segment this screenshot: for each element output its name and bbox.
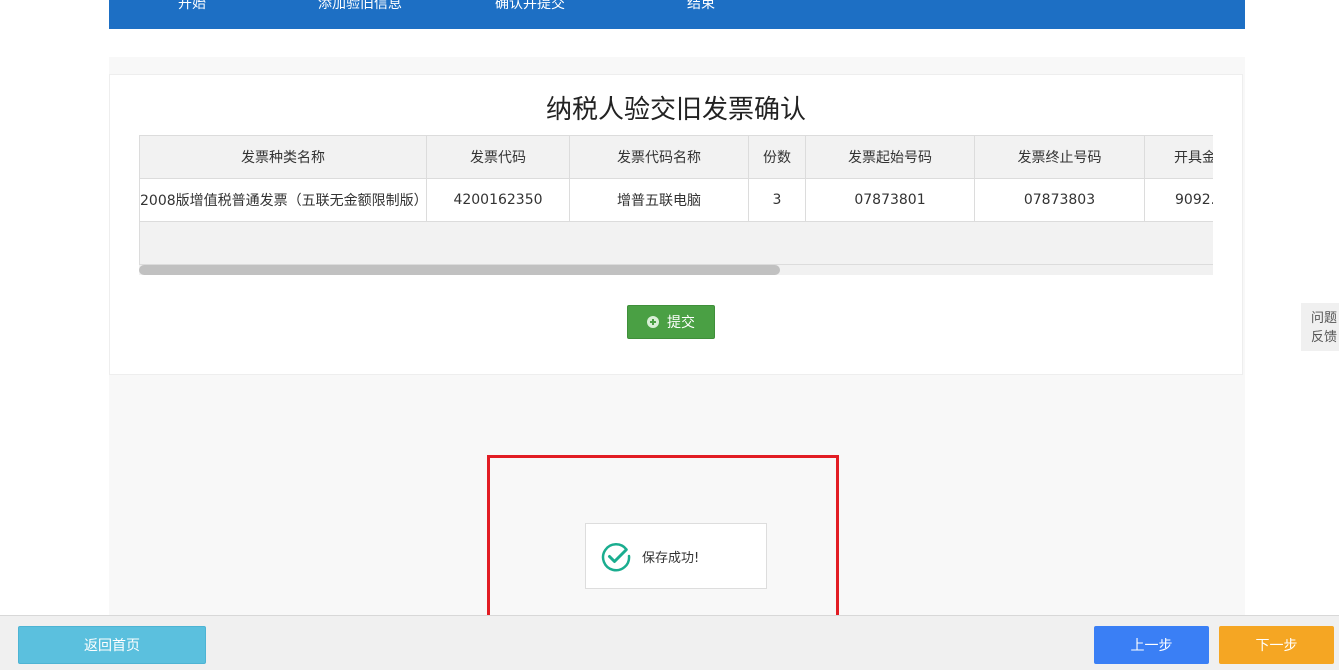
feedback-line-1: 问题 (1311, 311, 1338, 326)
toast-message: 保存成功! (642, 550, 700, 566)
step-start: 开始 (178, 0, 206, 12)
step-confirm-submit: 确认并提交 (495, 0, 565, 12)
cell-invoice-code: 4200162350 (426, 178, 570, 222)
step-end: 结束 (687, 0, 715, 12)
cell-amount: 9092. (1144, 178, 1213, 222)
step-add-info: 添加验旧信息 (318, 0, 402, 12)
header-amount: 开具金额 (1144, 135, 1213, 179)
submit-button[interactable]: 提交 (627, 305, 715, 339)
cell-invoice-type: 2008版增值税普通发票（五联无金额限制版） (139, 178, 427, 222)
header-invoice-type: 发票种类名称 (139, 135, 427, 179)
invoice-table-container: 发票种类名称 发票代码 发票代码名称 份数 发票起始号码 发票终止号码 开具金额… (139, 135, 1213, 275)
invoice-table: 发票种类名称 发票代码 发票代码名称 份数 发票起始号码 发票终止号码 开具金额… (139, 135, 1213, 265)
check-circle-icon (601, 543, 631, 572)
table-empty-row (139, 221, 1213, 265)
header-invoice-code-name: 发票代码名称 (569, 135, 749, 179)
page-title: 纳税人验交旧发票确认 (545, 95, 806, 125)
header-invoice-code: 发票代码 (426, 135, 570, 179)
submit-label: 提交 (667, 315, 695, 331)
plus-circle-icon (647, 316, 659, 328)
horizontal-scrollbar-thumb[interactable] (139, 265, 780, 275)
cell-end-number: 07873803 (974, 178, 1145, 222)
cell-invoice-code-name: 增普五联电脑 (569, 178, 749, 222)
feedback-line-2: 反馈 (1311, 330, 1338, 345)
return-home-button[interactable]: 返回首页 (18, 626, 206, 664)
table-header-row: 发票种类名称 发票代码 发票代码名称 份数 发票起始号码 发票终止号码 开具金额 (139, 135, 1213, 179)
feedback-tab[interactable]: 问题 反馈 (1301, 303, 1339, 351)
table-row: 2008版增值税普通发票（五联无金额限制版） 4200162350 增普五联电脑… (139, 178, 1213, 222)
success-toast: 保存成功! (585, 523, 767, 589)
header-count: 份数 (748, 135, 806, 179)
empty-cell (139, 221, 1213, 265)
cell-start-number: 07873801 (805, 178, 975, 222)
next-step-button[interactable]: 下一步 (1219, 626, 1334, 664)
header-start-number: 发票起始号码 (805, 135, 975, 179)
step-bar: 开始 添加验旧信息 确认并提交 结束 (109, 0, 1245, 29)
header-end-number: 发票终止号码 (974, 135, 1145, 179)
cell-count: 3 (748, 178, 806, 222)
previous-step-button[interactable]: 上一步 (1094, 626, 1209, 664)
